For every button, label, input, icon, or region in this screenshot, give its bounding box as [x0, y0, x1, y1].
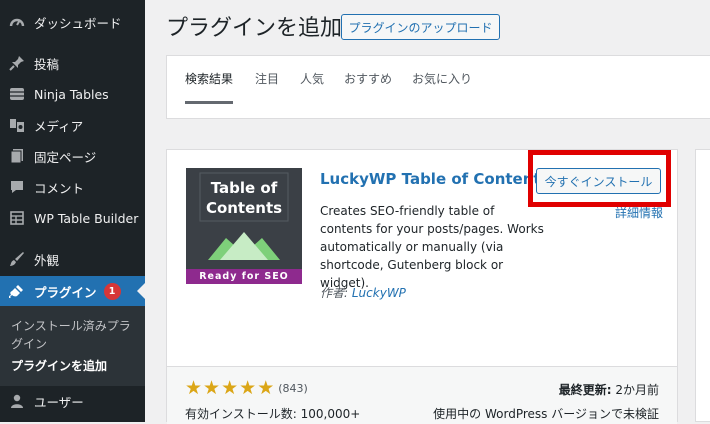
thumbnail-title: Table of Contents — [205, 179, 283, 217]
last-updated-label: 最終更新: — [558, 383, 612, 397]
page-title: プラグインを追加 — [166, 16, 343, 41]
more-details-link[interactable]: 詳細情報 — [615, 204, 663, 221]
last-updated: 最終更新: 2か月前 — [559, 381, 659, 398]
author-prefix: 作者: — [320, 286, 349, 300]
sidebar-item-label: Ninja Tables — [34, 86, 109, 102]
sidebar-item-label: 固定ページ — [34, 149, 97, 165]
sidebar-item-label: ユーザー — [34, 394, 84, 410]
rating-count: (843) — [278, 382, 308, 395]
sidebar-item-media[interactable]: メディア — [0, 110, 145, 140]
page-icon — [8, 147, 26, 165]
sidebar-item-label: プラグイン — [34, 284, 97, 300]
plugin-thumbnail[interactable]: Table of Contents Ready for SEO — [186, 168, 302, 284]
plugin-description: Creates SEO-friendly table of contents f… — [320, 204, 544, 290]
sidebar-item-plugins[interactable]: プラグイン 1 — [0, 276, 145, 306]
submenu-item-installed-plugins[interactable]: インストール済みプラグイン — [11, 317, 136, 353]
plugin-card-footer: ★ ★ ★ ★ ★ (843) 有効インストール数: 100,000+ 最終更新… — [167, 366, 677, 424]
sidebar-item-label: メディア — [34, 118, 84, 134]
tab-popular[interactable]: 人気 — [300, 70, 324, 104]
star-icon: ★ — [185, 377, 203, 399]
comment-icon — [8, 178, 26, 196]
plugin-filter-bar: 検索結果 注目 人気 おすすめ お気に入り — [166, 55, 710, 119]
compatibility-notice: 使用中の WordPress バージョンで未検証 — [433, 407, 659, 421]
table-icon — [8, 85, 26, 103]
sidebar-item-dashboard[interactable]: ダッシュボード — [0, 7, 145, 37]
active-installs: 有効インストール数: 100,000+ — [185, 407, 361, 421]
plugins-submenu: インストール済みプラグイン プラグインを追加 — [0, 306, 145, 386]
sidebar-item-label: コメント — [34, 180, 85, 196]
sidebar-item-wp-table-builder[interactable]: WP Table Builder — [0, 203, 145, 233]
update-count-badge: 1 — [103, 282, 121, 300]
pin-icon — [8, 54, 26, 72]
plugin-card-next — [695, 149, 710, 422]
grid-icon — [8, 209, 26, 227]
tab-recommended[interactable]: おすすめ — [344, 70, 392, 104]
star-icon: ★ — [257, 377, 275, 399]
rating-stars: ★ ★ ★ ★ ★ (843) — [185, 379, 308, 398]
user-icon — [8, 392, 26, 410]
media-icon — [8, 116, 26, 134]
admin-sidebar: ダッシュボード 投稿 Ninja Tables メディア 固定ページ コメント — [0, 0, 145, 422]
submenu-item-add-plugin[interactable]: プラグインを追加 — [11, 357, 107, 375]
thumbnail-ready-label: Ready for SEO — [186, 269, 302, 284]
author-link[interactable]: LuckyWP — [352, 286, 406, 300]
sidebar-item-label: ダッシュボード — [34, 15, 122, 31]
plugin-author: 作者: LuckyWP — [320, 284, 406, 301]
install-now-button[interactable]: 今すぐインストール — [536, 168, 661, 194]
tab-search-results[interactable]: 検索結果 — [185, 70, 234, 104]
sidebar-item-comments[interactable]: コメント — [0, 172, 145, 202]
tab-featured[interactable]: 注目 — [255, 70, 279, 104]
star-icon: ★ — [203, 377, 221, 399]
sidebar-item-posts[interactable]: 投稿 — [0, 48, 145, 78]
dashboard-icon — [8, 13, 26, 31]
active-menu-arrow — [137, 283, 145, 299]
plugin-card: Table of Contents Ready for SEO LuckyWP … — [166, 149, 678, 424]
tab-favorites[interactable]: お気に入り — [412, 70, 472, 104]
sidebar-item-label: 外観 — [34, 252, 60, 268]
sidebar-item-users[interactable]: ユーザー — [0, 386, 145, 416]
star-icon: ★ — [239, 377, 257, 399]
upload-plugin-button[interactable]: プラグインのアップロード — [341, 14, 500, 40]
sidebar-item-ninja-tables[interactable]: Ninja Tables — [0, 79, 145, 109]
sidebar-item-label: 投稿 — [34, 56, 60, 72]
star-icon: ★ — [221, 377, 239, 399]
last-updated-value: 2か月前 — [615, 383, 659, 397]
sidebar-item-appearance[interactable]: 外観 — [0, 244, 145, 274]
sidebar-item-label: WP Table Builder — [34, 210, 139, 226]
plugin-name-link[interactable]: LuckyWP Table of Contents — [320, 170, 550, 188]
sidebar-item-pages[interactable]: 固定ページ — [0, 141, 145, 171]
brush-icon — [8, 250, 26, 268]
plugin-icon — [8, 282, 26, 300]
